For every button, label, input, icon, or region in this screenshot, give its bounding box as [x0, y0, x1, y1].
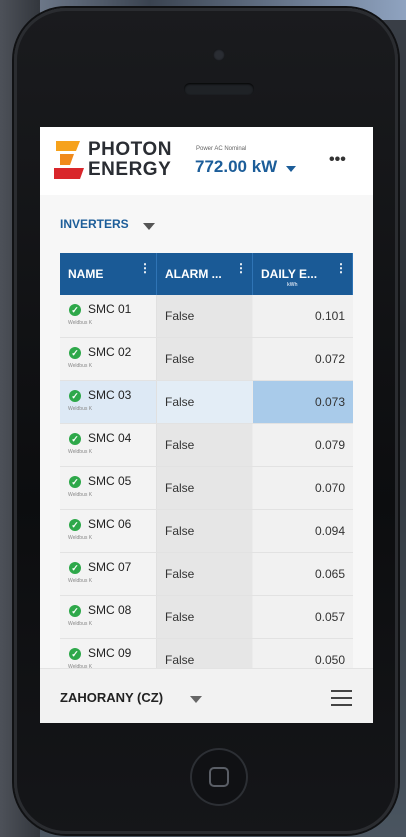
logo-line-2: ENERGY: [88, 159, 172, 180]
table-row[interactable]: ✓ SMC 08 Weldbus K False 0.057: [60, 596, 353, 639]
inverter-subtitle: Weldbus K: [68, 363, 93, 369]
cell-name: ✓ SMC 03 Weldbus K: [60, 381, 157, 423]
inverter-name: SMC 09: [88, 646, 132, 660]
chevron-down-icon[interactable]: [286, 166, 296, 172]
cell-alarm: False: [157, 424, 253, 466]
cell-alarm: False: [157, 596, 253, 638]
column-header-alarm[interactable]: ALARM ... ⋮: [157, 253, 253, 295]
cell-daily-energy: 0.101: [253, 295, 353, 337]
table-body: ✓ SMC 01 Weldbus K False 0.101 ✓ SMC 02 Weldbus…: [60, 295, 353, 682]
cell-alarm: False: [157, 467, 253, 509]
cell-daily-energy: 0.070: [253, 467, 353, 509]
power-label: Power AC Nominal: [196, 146, 247, 152]
inverters-table: NAME ⋮ ALARM ... ⋮ DAILY E... kWh ⋮ ✓ SMC…: [60, 253, 353, 682]
hamburger-menu-icon[interactable]: [331, 690, 352, 711]
inverter-name: SMC 04: [88, 431, 132, 445]
column-header-daily-energy[interactable]: DAILY E... kWh ⋮: [253, 253, 353, 295]
app-screen: PHOTON ENERGY Power AC Nominal 772.00 kW…: [40, 127, 373, 723]
cell-daily-energy: 0.057: [253, 596, 353, 638]
check-circle-icon: ✓: [69, 347, 81, 359]
column-menu-icon[interactable]: ⋮: [235, 262, 247, 274]
check-circle-icon: ✓: [69, 605, 81, 617]
table-row[interactable]: ✓ SMC 06 Weldbus K False 0.094: [60, 510, 353, 553]
table-row[interactable]: ✓ SMC 03 Weldbus K False 0.073: [60, 381, 353, 424]
inverter-subtitle: Weldbus K: [68, 320, 93, 326]
check-circle-icon: ✓: [69, 519, 81, 531]
cell-name: ✓ SMC 05 Weldbus K: [60, 467, 157, 509]
power-value-selector[interactable]: 772.00 kW: [195, 157, 277, 177]
inverter-name: SMC 05: [88, 474, 132, 488]
logo-text: PHOTON ENERGY: [88, 140, 172, 180]
cell-alarm: False: [157, 295, 253, 337]
table-row[interactable]: ✓ SMC 05 Weldbus K False 0.070: [60, 467, 353, 510]
inverter-subtitle: Weldbus K: [68, 492, 93, 498]
cell-alarm: False: [157, 381, 253, 423]
column-header-name[interactable]: NAME ⋮: [60, 253, 157, 295]
chevron-down-icon[interactable]: [143, 223, 155, 230]
check-circle-icon: ✓: [69, 562, 81, 574]
check-circle-icon: ✓: [69, 390, 81, 402]
column-unit-label: kWh: [287, 282, 298, 288]
cell-name: ✓ SMC 01 Weldbus K: [60, 295, 157, 337]
cell-daily-energy: 0.073: [253, 381, 353, 423]
column-header-label: ALARM ...: [165, 267, 222, 281]
home-square-icon: [209, 767, 229, 787]
footer-bar: ZAHORANY (CZ): [40, 668, 373, 723]
more-dots-icon[interactable]: •••: [329, 151, 346, 169]
inverter-name: SMC 06: [88, 517, 132, 531]
check-circle-icon: ✓: [69, 304, 81, 316]
cell-daily-energy: 0.079: [253, 424, 353, 466]
chevron-down-icon[interactable]: [190, 696, 202, 703]
check-circle-icon: ✓: [69, 433, 81, 445]
cell-name: ✓ SMC 06 Weldbus K: [60, 510, 157, 552]
inverter-subtitle: Weldbus K: [68, 621, 93, 627]
cell-alarm: False: [157, 338, 253, 380]
cell-name: ✓ SMC 07 Weldbus K: [60, 553, 157, 595]
cell-alarm: False: [157, 553, 253, 595]
cell-name: ✓ SMC 02 Weldbus K: [60, 338, 157, 380]
site-selector[interactable]: ZAHORANY (CZ): [60, 690, 163, 705]
column-menu-icon[interactable]: ⋮: [139, 262, 151, 274]
inverter-subtitle: Weldbus K: [68, 535, 93, 541]
cell-daily-energy: 0.094: [253, 510, 353, 552]
photon-energy-logo-icon: [54, 141, 84, 179]
cell-daily-energy: 0.072: [253, 338, 353, 380]
table-row[interactable]: ✓ SMC 04 Weldbus K False 0.079: [60, 424, 353, 467]
cell-name: ✓ SMC 04 Weldbus K: [60, 424, 157, 466]
inverter-name: SMC 08: [88, 603, 132, 617]
app-header: PHOTON ENERGY Power AC Nominal 772.00 kW…: [40, 127, 373, 195]
column-header-label: NAME: [68, 267, 104, 281]
table-header: NAME ⋮ ALARM ... ⋮ DAILY E... kWh ⋮: [60, 253, 353, 295]
table-row[interactable]: ✓ SMC 07 Weldbus K False 0.065: [60, 553, 353, 596]
inverters-dropdown[interactable]: INVERTERS: [60, 217, 129, 231]
inverter-name: SMC 07: [88, 560, 132, 574]
inverter-subtitle: Weldbus K: [68, 578, 93, 584]
table-row[interactable]: ✓ SMC 02 Weldbus K False 0.072: [60, 338, 353, 381]
inverter-name: SMC 03: [88, 388, 132, 402]
logo-line-1: PHOTON: [88, 139, 172, 160]
column-header-label: DAILY E...: [261, 267, 318, 281]
inverter-name: SMC 01: [88, 302, 132, 316]
inverter-name: SMC 02: [88, 345, 132, 359]
check-circle-icon: ✓: [69, 648, 81, 660]
cell-daily-energy: 0.065: [253, 553, 353, 595]
cell-alarm: False: [157, 510, 253, 552]
cell-name: ✓ SMC 08 Weldbus K: [60, 596, 157, 638]
table-row[interactable]: ✓ SMC 01 Weldbus K False 0.101: [60, 295, 353, 338]
inverter-subtitle: Weldbus K: [68, 449, 93, 455]
speaker-grille: [184, 83, 254, 95]
column-menu-icon[interactable]: ⋮: [335, 262, 347, 274]
check-circle-icon: ✓: [69, 476, 81, 488]
inverter-subtitle: Weldbus K: [68, 406, 93, 412]
camera-icon: [213, 49, 225, 61]
